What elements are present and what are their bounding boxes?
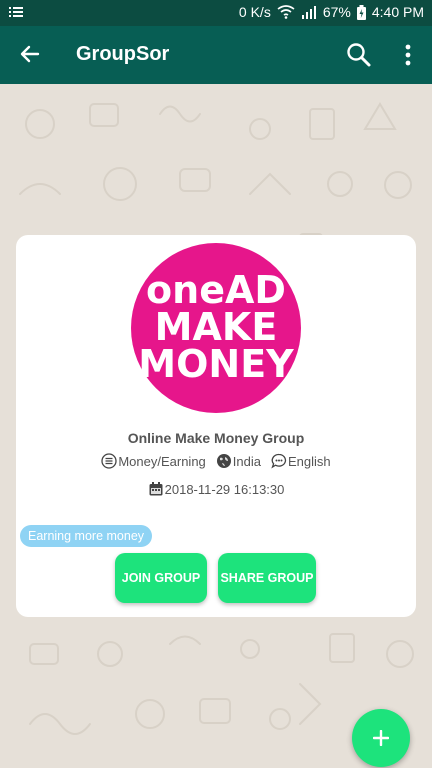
more-vert-icon[interactable] bbox=[400, 42, 416, 68]
created-date-row: 2018-11-29 16:13:30 bbox=[16, 481, 416, 497]
group-category: Money/Earning bbox=[118, 453, 206, 469]
country-item: India bbox=[216, 453, 261, 469]
battery-charging-icon bbox=[356, 4, 366, 20]
add-group-fab[interactable] bbox=[352, 709, 410, 767]
wifi-icon bbox=[277, 5, 295, 19]
group-meta: Money/Earning India English bbox=[16, 453, 416, 469]
app-bar: GroupSor bbox=[0, 26, 432, 84]
signal-icon bbox=[301, 6, 316, 19]
notification-list-icon bbox=[9, 7, 23, 17]
battery-percent: 67% bbox=[322, 4, 351, 20]
group-name: Online Make Money Group bbox=[127, 430, 305, 446]
back-arrow-icon[interactable] bbox=[18, 42, 42, 66]
search-icon[interactable] bbox=[346, 42, 372, 68]
group-logo: oneAD MAKE MONEY bbox=[131, 243, 301, 413]
speech-bubble-icon bbox=[271, 453, 287, 469]
group-tag[interactable]: Earning more money bbox=[20, 525, 153, 547]
share-group-button[interactable]: SHARE GROUP bbox=[218, 553, 316, 603]
group-country: India bbox=[232, 453, 261, 469]
category-item: Money/Earning bbox=[101, 453, 206, 469]
group-card[interactable]: oneAD MAKE MONEY Online Make Money Group… bbox=[16, 235, 416, 617]
status-bar: 0 K/s 67% 4:40 PM bbox=[0, 0, 432, 26]
calendar-icon bbox=[149, 482, 163, 496]
globe-icon bbox=[216, 454, 231, 468]
app-title: GroupSor bbox=[76, 43, 170, 65]
network-speed: 0 K/s bbox=[238, 4, 271, 20]
category-list-icon bbox=[101, 453, 117, 469]
group-language: English bbox=[288, 453, 331, 469]
logo-text-line-3: MONEY bbox=[138, 342, 294, 386]
clock: 4:40 PM bbox=[371, 4, 424, 20]
join-group-button[interactable]: JOIN GROUP bbox=[115, 553, 207, 603]
group-created-date: 2018-11-29 16:13:30 bbox=[164, 481, 285, 497]
language-item: English bbox=[271, 453, 331, 469]
plus-icon bbox=[373, 730, 389, 746]
